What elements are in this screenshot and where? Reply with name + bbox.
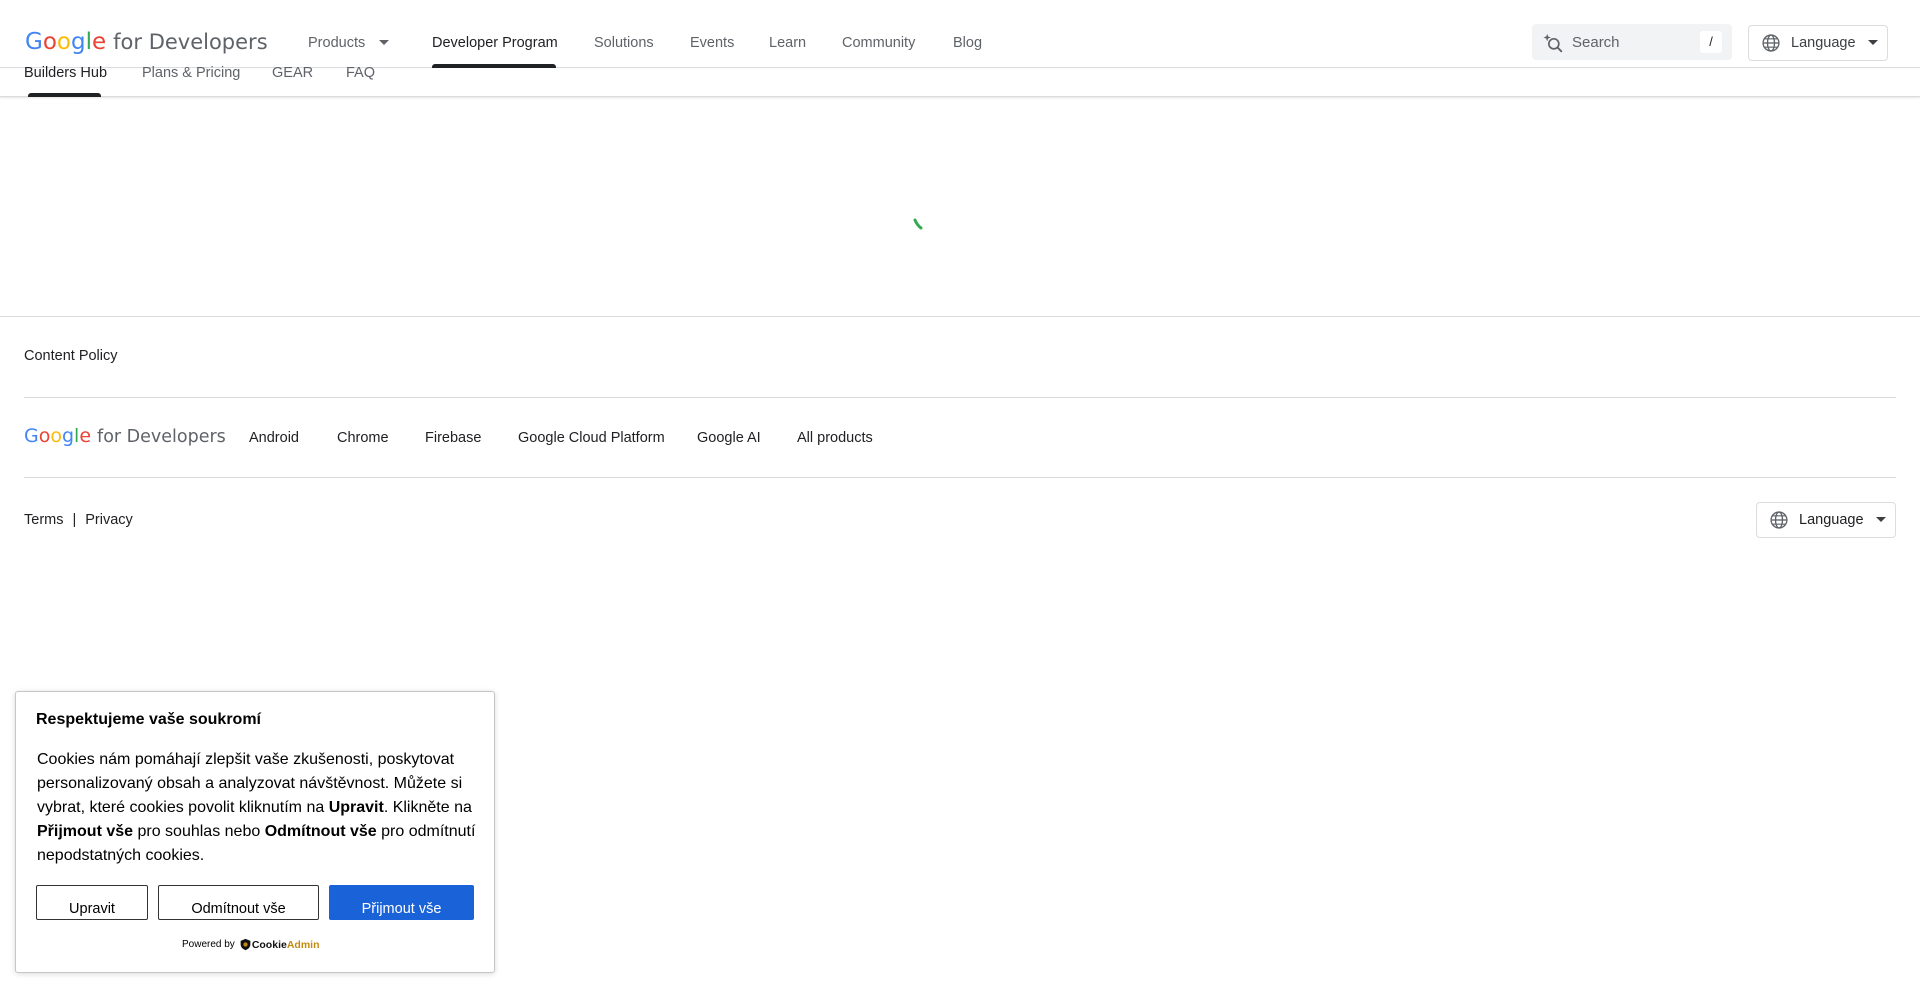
footer-link-all-products[interactable]: All products	[797, 430, 873, 446]
search-shortcut-key: /	[1700, 31, 1722, 53]
search-box[interactable]: /	[1532, 24, 1732, 60]
nav-developer-program[interactable]: Developer Program	[432, 35, 558, 51]
legal-links: Terms | Privacy	[24, 512, 133, 528]
content-policy-link[interactable]: Content Policy	[24, 348, 118, 364]
footer-link-google-ai[interactable]: Google AI	[697, 430, 761, 446]
logo-suffix: for Developers	[97, 427, 226, 447]
search-input[interactable]	[1572, 30, 1692, 54]
footer-link-chrome[interactable]: Chrome	[337, 430, 389, 446]
cookie-dialog-message: Cookies nám pomáhají zlepšit vaše zkušen…	[37, 751, 476, 864]
cookie-edit-button[interactable]: Upravit	[36, 885, 148, 920]
footer-link-android[interactable]: Android	[249, 430, 299, 446]
footer-top-divider	[0, 316, 1920, 317]
active-nav-indicator	[432, 64, 556, 68]
powered-by-cookieadmin[interactable]: Powered by Cookie Admin	[182, 938, 320, 951]
subnav-faq[interactable]: FAQ	[346, 65, 375, 81]
cookie-consent-dialog: Respektujeme vaše soukromí Cookies nám p…	[15, 691, 495, 973]
subnav-builders-hub[interactable]: Builders Hub	[24, 65, 107, 81]
chevron-down-icon	[1867, 39, 1878, 45]
google-for-developers-logo[interactable]: Google for Developers	[25, 28, 268, 55]
cookieadmin-logo: Cookie Admin	[239, 938, 320, 951]
nav-events[interactable]: Events	[690, 35, 734, 51]
language-select-footer[interactable]: Language	[1756, 502, 1896, 538]
chevron-down-icon	[1875, 516, 1886, 522]
nav-learn[interactable]: Learn	[769, 35, 806, 51]
nav-products[interactable]: Products	[308, 35, 390, 51]
secondary-nav: Builders Hub Plans & Pricing GEAR FAQ	[0, 65, 1920, 97]
nav-solutions[interactable]: Solutions	[594, 35, 654, 51]
google-wordmark: Google	[25, 29, 107, 55]
search-spark-icon	[1543, 33, 1563, 53]
footer-link-google-cloud-platform[interactable]: Google Cloud Platform	[518, 430, 665, 446]
cookie-reject-all-button[interactable]: Odmítnout vše	[158, 885, 319, 920]
nav-community[interactable]: Community	[842, 35, 915, 51]
globe-icon	[1762, 34, 1780, 52]
powered-by-label: Powered by	[182, 939, 235, 950]
nav-products-label: Products	[308, 35, 366, 51]
footer-bottom-divider	[24, 477, 1896, 478]
footer-link-firebase[interactable]: Firebase	[425, 430, 481, 446]
nav-blog[interactable]: Blog	[953, 35, 982, 51]
footer-google-for-developers-logo[interactable]: Google for Developers	[24, 425, 226, 448]
subnav-gear[interactable]: GEAR	[272, 65, 313, 81]
privacy-link[interactable]: Privacy	[85, 512, 133, 528]
legal-separator: |	[72, 512, 77, 528]
language-select-header[interactable]: Language	[1748, 25, 1888, 61]
google-wordmark: Google	[24, 425, 92, 447]
footer-divider	[24, 397, 1896, 398]
language-label: Language	[1791, 35, 1856, 51]
cookie-dialog-title: Respektujeme vaše soukromí	[36, 711, 261, 728]
language-label: Language	[1799, 512, 1864, 528]
cookie-accept-all-button[interactable]: Přijmout vše	[329, 885, 474, 920]
terms-link[interactable]: Terms	[24, 512, 63, 528]
subnav-plans-pricing[interactable]: Plans & Pricing	[142, 65, 240, 81]
logo-suffix: for Developers	[113, 30, 268, 54]
top-header: Google for Developers Products Developer…	[0, 0, 1920, 68]
globe-icon	[1770, 511, 1788, 529]
loading-spinner-icon	[913, 218, 923, 230]
active-subnav-indicator	[28, 93, 101, 97]
chevron-down-icon	[379, 39, 390, 45]
shield-icon	[240, 938, 251, 951]
